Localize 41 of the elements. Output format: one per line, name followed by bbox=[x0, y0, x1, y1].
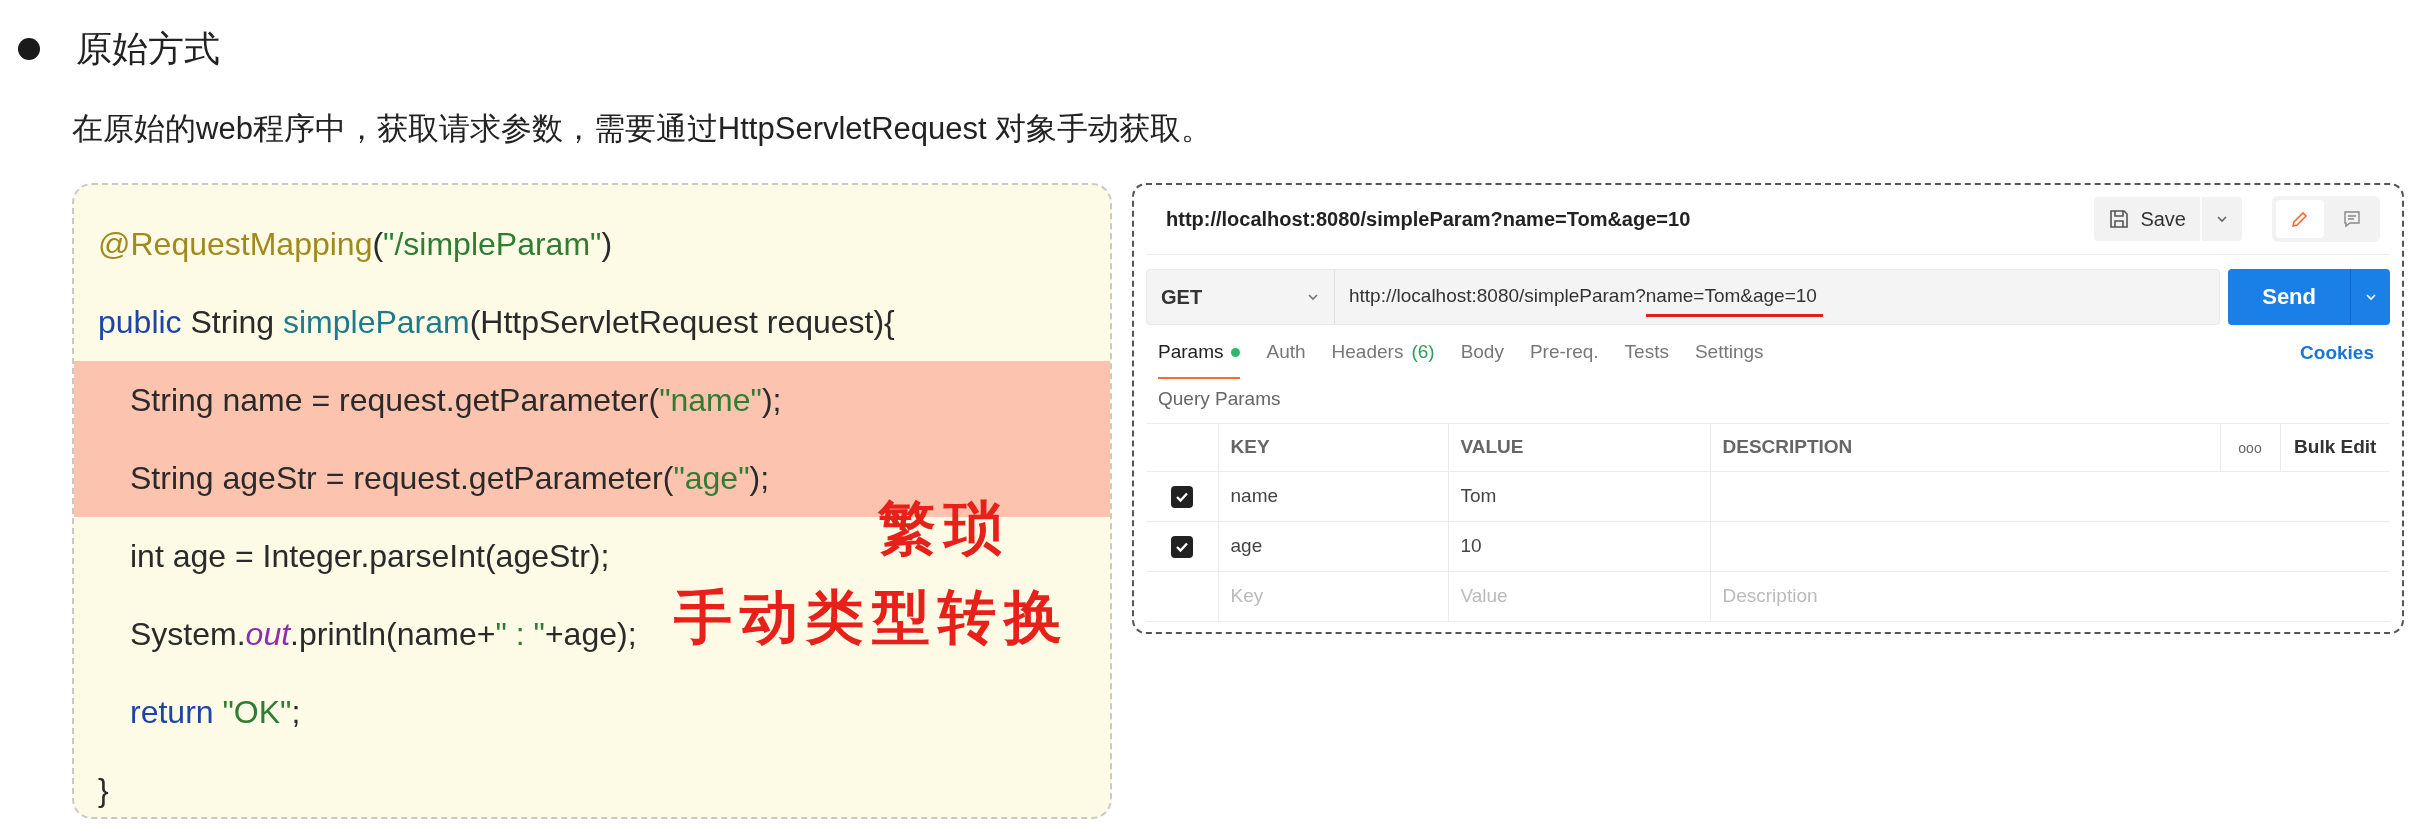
column-header: DESCRIPTION bbox=[1722, 436, 1853, 458]
code-line: } bbox=[98, 770, 109, 810]
value-input[interactable]: Value bbox=[1460, 582, 1698, 611]
save-icon bbox=[2108, 208, 2131, 230]
code-line: return "OK"; bbox=[130, 692, 301, 732]
key-input[interactable]: Key bbox=[1230, 582, 1436, 611]
code-line: System.out.println(name+" : "+age); bbox=[130, 614, 637, 654]
request-tab[interactable]: Headers (6) bbox=[1331, 328, 1435, 379]
request-tab[interactable]: Params bbox=[1158, 328, 1241, 379]
bullet-icon bbox=[18, 38, 40, 60]
request-tab[interactable]: Body bbox=[1460, 328, 1504, 379]
save-button[interactable]: Save bbox=[2094, 197, 2200, 241]
handwritten-note: 手动类型转换 bbox=[674, 581, 1070, 653]
section-heading: 原始方式 bbox=[76, 27, 220, 71]
more-options-button[interactable]: ooo bbox=[2238, 438, 2262, 460]
checkbox[interactable] bbox=[1170, 485, 1193, 508]
description-input[interactable]: Description bbox=[1722, 582, 2023, 611]
param-value: Tom bbox=[1460, 485, 1497, 507]
param-key: name bbox=[1230, 485, 1279, 507]
bulk-edit-button[interactable]: Bulk Edit bbox=[2294, 433, 2377, 462]
column-header: KEY bbox=[1230, 436, 1270, 458]
checkbox[interactable] bbox=[1170, 535, 1193, 558]
param-value: 10 bbox=[1460, 535, 1482, 557]
section-label: Query Params bbox=[1158, 386, 1281, 411]
request-tab[interactable]: Pre-req. bbox=[1529, 328, 1599, 379]
cookies-link[interactable]: Cookies bbox=[2300, 339, 2374, 368]
description-text: 在原始的web程序中，获取请求参数，需要通过HttpServletRequest 对象手动获取。 bbox=[72, 110, 1214, 148]
column-header: VALUE bbox=[1460, 436, 1524, 458]
code-line: String name = request.getParameter("name"); bbox=[130, 380, 782, 420]
request-title: http://localhost:8080/simpleParam?name=Tom&age=10 bbox=[1166, 207, 1692, 232]
code-line: String ageStr = request.getParameter("age"); bbox=[130, 458, 770, 498]
pencil-icon bbox=[2290, 209, 2310, 229]
handwritten-note: 繁琐 bbox=[878, 492, 1010, 564]
code-line: @RequestMapping("/simpleParam") bbox=[98, 224, 613, 264]
code-line: public String simpleParam(HttpServletRequest request){ bbox=[98, 302, 895, 342]
request-tab[interactable]: Auth bbox=[1266, 328, 1306, 379]
request-tab[interactable]: Settings bbox=[1694, 328, 1764, 379]
param-key: age bbox=[1230, 535, 1263, 557]
request-tab[interactable]: Tests bbox=[1624, 328, 1669, 379]
code-line: int age = Integer.parseInt(ageStr); bbox=[130, 536, 610, 576]
comment-icon bbox=[2342, 209, 2362, 229]
